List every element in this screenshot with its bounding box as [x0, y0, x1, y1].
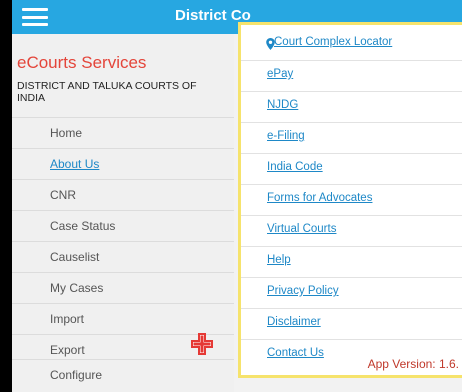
virtual-courts-link[interactable]: Virtual Courts — [267, 223, 336, 235]
nav-item-label: Configure — [50, 368, 103, 382]
link-row-virtual-courts[interactable]: Virtual Courts — [241, 215, 462, 247]
link-row-njdg[interactable]: NJDG — [241, 91, 462, 123]
brand-subtitle: DISTRICT AND TALUKA COURTS OF INDIA — [17, 80, 197, 104]
help-link[interactable]: Help — [267, 254, 291, 266]
contact-us-link[interactable]: Contact Us — [267, 347, 324, 359]
disclaimer-link[interactable]: Disclaimer — [267, 316, 321, 328]
app-screen: District Co eCourts Services DISTRICT AN… — [12, 0, 462, 392]
privacy-policy-link[interactable]: Privacy Policy — [267, 285, 339, 297]
link-row-india-code[interactable]: India Code — [241, 153, 462, 185]
epay-link[interactable]: ePay — [267, 68, 293, 80]
link-row-epay[interactable]: ePay — [241, 60, 462, 92]
brand-title: eCourts Services — [17, 53, 147, 72]
nav-item-label: Causelist — [50, 250, 100, 264]
plus-icon[interactable] — [191, 333, 213, 355]
forms-for-advocates-link[interactable]: Forms for Advocates — [267, 192, 372, 204]
e-filing-link[interactable]: e-Filing — [267, 130, 305, 142]
nav-item-import[interactable]: Import — [12, 303, 234, 334]
njdg-link[interactable]: NJDG — [267, 99, 298, 111]
drawer-header: eCourts Services DISTRICT AND TALUKA COU… — [12, 34, 234, 111]
hamburger-menu-icon[interactable] — [22, 8, 48, 26]
link-row-forms-for-advocates[interactable]: Forms for Advocates — [241, 184, 462, 216]
nav-item-causelist[interactable]: Causelist — [12, 241, 234, 272]
link-row-privacy-policy[interactable]: Privacy Policy — [241, 277, 462, 309]
nav-item-label: About Us — [50, 157, 100, 171]
nav-item-home[interactable]: Home — [12, 117, 234, 148]
nav-item-label: Import — [50, 312, 85, 326]
link-row-court-complex-locator[interactable]: Court Complex Locator — [241, 29, 462, 60]
court-complex-locator-link[interactable]: Court Complex Locator — [274, 36, 392, 48]
nav-item-configure[interactable]: Configure — [12, 359, 234, 390]
nav-item-label: CNR — [50, 188, 76, 202]
nav-item-label: Export — [50, 343, 85, 357]
nav-item-about-us[interactable]: About Us — [12, 148, 234, 179]
nav-item-label: Case Status — [50, 219, 116, 233]
india-code-link[interactable]: India Code — [267, 161, 323, 173]
app-version-text: App Version: 1.6. — [367, 357, 459, 371]
link-row-disclaimer[interactable]: Disclaimer — [241, 308, 462, 340]
nav-item-label: My Cases — [50, 281, 104, 295]
nav-item-label: Home — [50, 126, 83, 140]
nav-item-case-status[interactable]: Case Status — [12, 210, 234, 241]
link-row-e-filing[interactable]: e-Filing — [241, 122, 462, 154]
nav-item-my-cases[interactable]: My Cases — [12, 272, 234, 303]
link-row-help[interactable]: Help — [241, 246, 462, 278]
more-links-popup: Court Complex Locator ePay NJDG e-Filing… — [238, 22, 462, 378]
nav-item-cnr[interactable]: CNR — [12, 179, 234, 210]
